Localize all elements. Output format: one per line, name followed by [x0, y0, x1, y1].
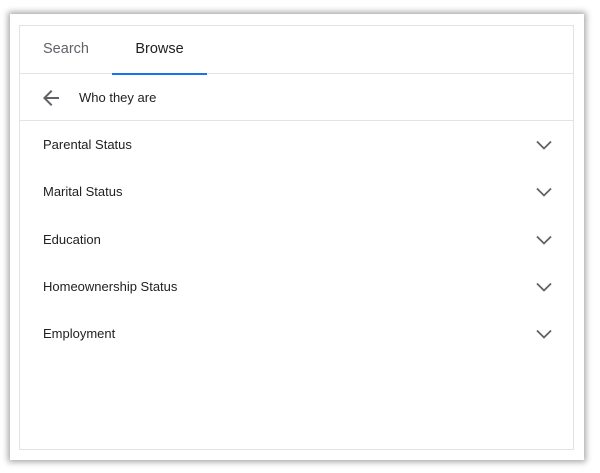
dialog-frame: Search Browse Who they are Parental Stat… — [10, 14, 584, 460]
audience-browser-panel: Search Browse Who they are Parental Stat… — [19, 25, 574, 450]
tab-search-label: Search — [43, 41, 89, 57]
arrow-back-icon — [43, 90, 59, 106]
subheader-title: Who they are — [79, 90, 157, 105]
tab-browse-label: Browse — [135, 41, 184, 57]
category-label: Education — [43, 231, 101, 247]
category-label: Employment — [43, 326, 116, 342]
chevron-down-icon[interactable] — [534, 230, 554, 250]
chevron-down-icon[interactable] — [534, 135, 554, 155]
category-label: Marital Status — [43, 184, 123, 200]
category-marital-status[interactable]: Marital Status — [20, 168, 573, 215]
category-label: Homeownership Status — [43, 278, 178, 294]
chevron-down-icon[interactable] — [534, 324, 554, 344]
chevron-down-icon[interactable] — [534, 277, 554, 297]
category-list: Parental Status Marital Status Education… — [20, 121, 573, 357]
category-label: Parental Status — [43, 137, 132, 152]
tab-bar: Search Browse — [20, 26, 573, 75]
category-employment[interactable]: Employment — [20, 310, 573, 357]
browse-subheader: Who they are — [20, 74, 573, 121]
tab-search[interactable]: Search — [20, 26, 112, 74]
category-parental-status[interactable]: Parental Status — [20, 121, 573, 168]
chevron-down-icon[interactable] — [534, 182, 554, 202]
back-button[interactable] — [39, 86, 63, 110]
category-homeownership-status[interactable]: Homeownership Status — [20, 263, 573, 310]
tab-browse[interactable]: Browse — [112, 26, 207, 75]
category-education[interactable]: Education — [20, 216, 573, 263]
